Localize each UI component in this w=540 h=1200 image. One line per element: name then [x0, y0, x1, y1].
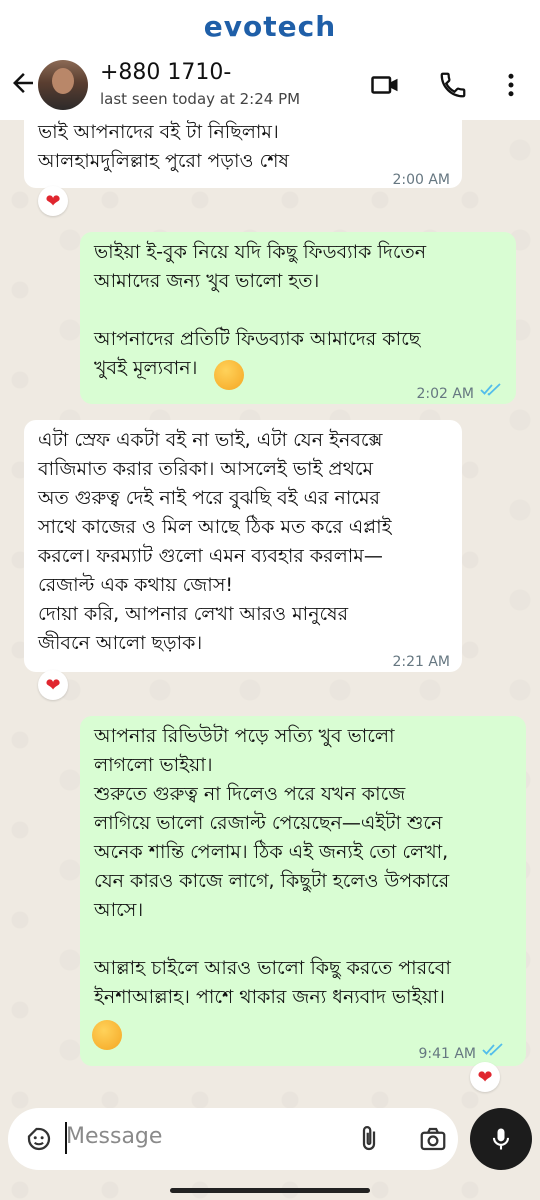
- paperclip-icon[interactable]: [354, 1124, 384, 1154]
- message-incoming[interactable]: এটা স্রেফ একটা বই না ভাই, এটা যেন ইনবক্স…: [24, 420, 462, 672]
- reaction-heart-icon[interactable]: ❤: [38, 670, 68, 700]
- avatar[interactable]: [38, 60, 88, 110]
- home-indicator: [170, 1188, 370, 1193]
- chat-header: evotech +880 1710- last seen today at 2:…: [0, 0, 540, 120]
- message-outgoing[interactable]: ভাইয়া ই-বুক নিয়ে যদি কিছু ফিডব্যাক দিত…: [80, 232, 516, 404]
- message-text: ভাই আপনাদের বই টা নিছিলাম। আলহামদুলিল্লা…: [38, 121, 289, 172]
- message-time: 2:02 AM: [416, 386, 474, 402]
- sticker-icon[interactable]: [24, 1124, 54, 1154]
- brand-logo: evotech: [203, 10, 337, 43]
- last-seen-status: last seen today at 2:24 PM: [100, 90, 301, 108]
- reaction-heart-icon[interactable]: ❤: [470, 1062, 500, 1092]
- message-text: ভাইয়া ই-বুক নিয়ে যদি কিছু ফিডব্যাক দিত…: [94, 241, 427, 379]
- more-vert-icon[interactable]: [496, 70, 526, 100]
- message-time: 2:00 AM: [392, 172, 450, 188]
- smiling-face-emoji-icon: [214, 360, 244, 390]
- message-text: আপনার রিভিউটা পড়ে সত্যি খুব ভালো লাগলো …: [94, 725, 451, 1008]
- double-check-icon: [480, 383, 501, 396]
- phone-icon[interactable]: [438, 70, 468, 100]
- contact-name[interactable]: +880 1710-: [100, 60, 231, 85]
- message-input[interactable]: Message: [66, 1124, 162, 1149]
- message-time: 9:41 AM: [418, 1046, 476, 1062]
- message-text: এটা স্রেফ একটা বই না ভাই, এটা যেন ইনবক্স…: [38, 429, 392, 654]
- message-outgoing[interactable]: আপনার রিভিউটা পড়ে সত্যি খুব ভালো লাগলো …: [80, 716, 526, 1066]
- message-time: 2:21 AM: [392, 654, 450, 670]
- microphone-icon: [492, 1128, 510, 1150]
- reaction-heart-icon[interactable]: ❤: [38, 186, 68, 216]
- double-check-icon: [482, 1043, 503, 1056]
- smiling-face-emoji-icon: [92, 1020, 122, 1050]
- message-incoming[interactable]: ভাই আপনাদের বই টা নিছিলাম। আলহামদুলিল্লা…: [24, 108, 462, 188]
- video-camera-icon[interactable]: [370, 70, 400, 100]
- message-list: ভাই আপনাদের বই টা নিছিলাম। আলহামদুলিল্লা…: [0, 0, 540, 1200]
- arrow-left-icon[interactable]: [8, 68, 38, 98]
- microphone-button[interactable]: [470, 1108, 532, 1170]
- camera-icon[interactable]: [418, 1124, 448, 1154]
